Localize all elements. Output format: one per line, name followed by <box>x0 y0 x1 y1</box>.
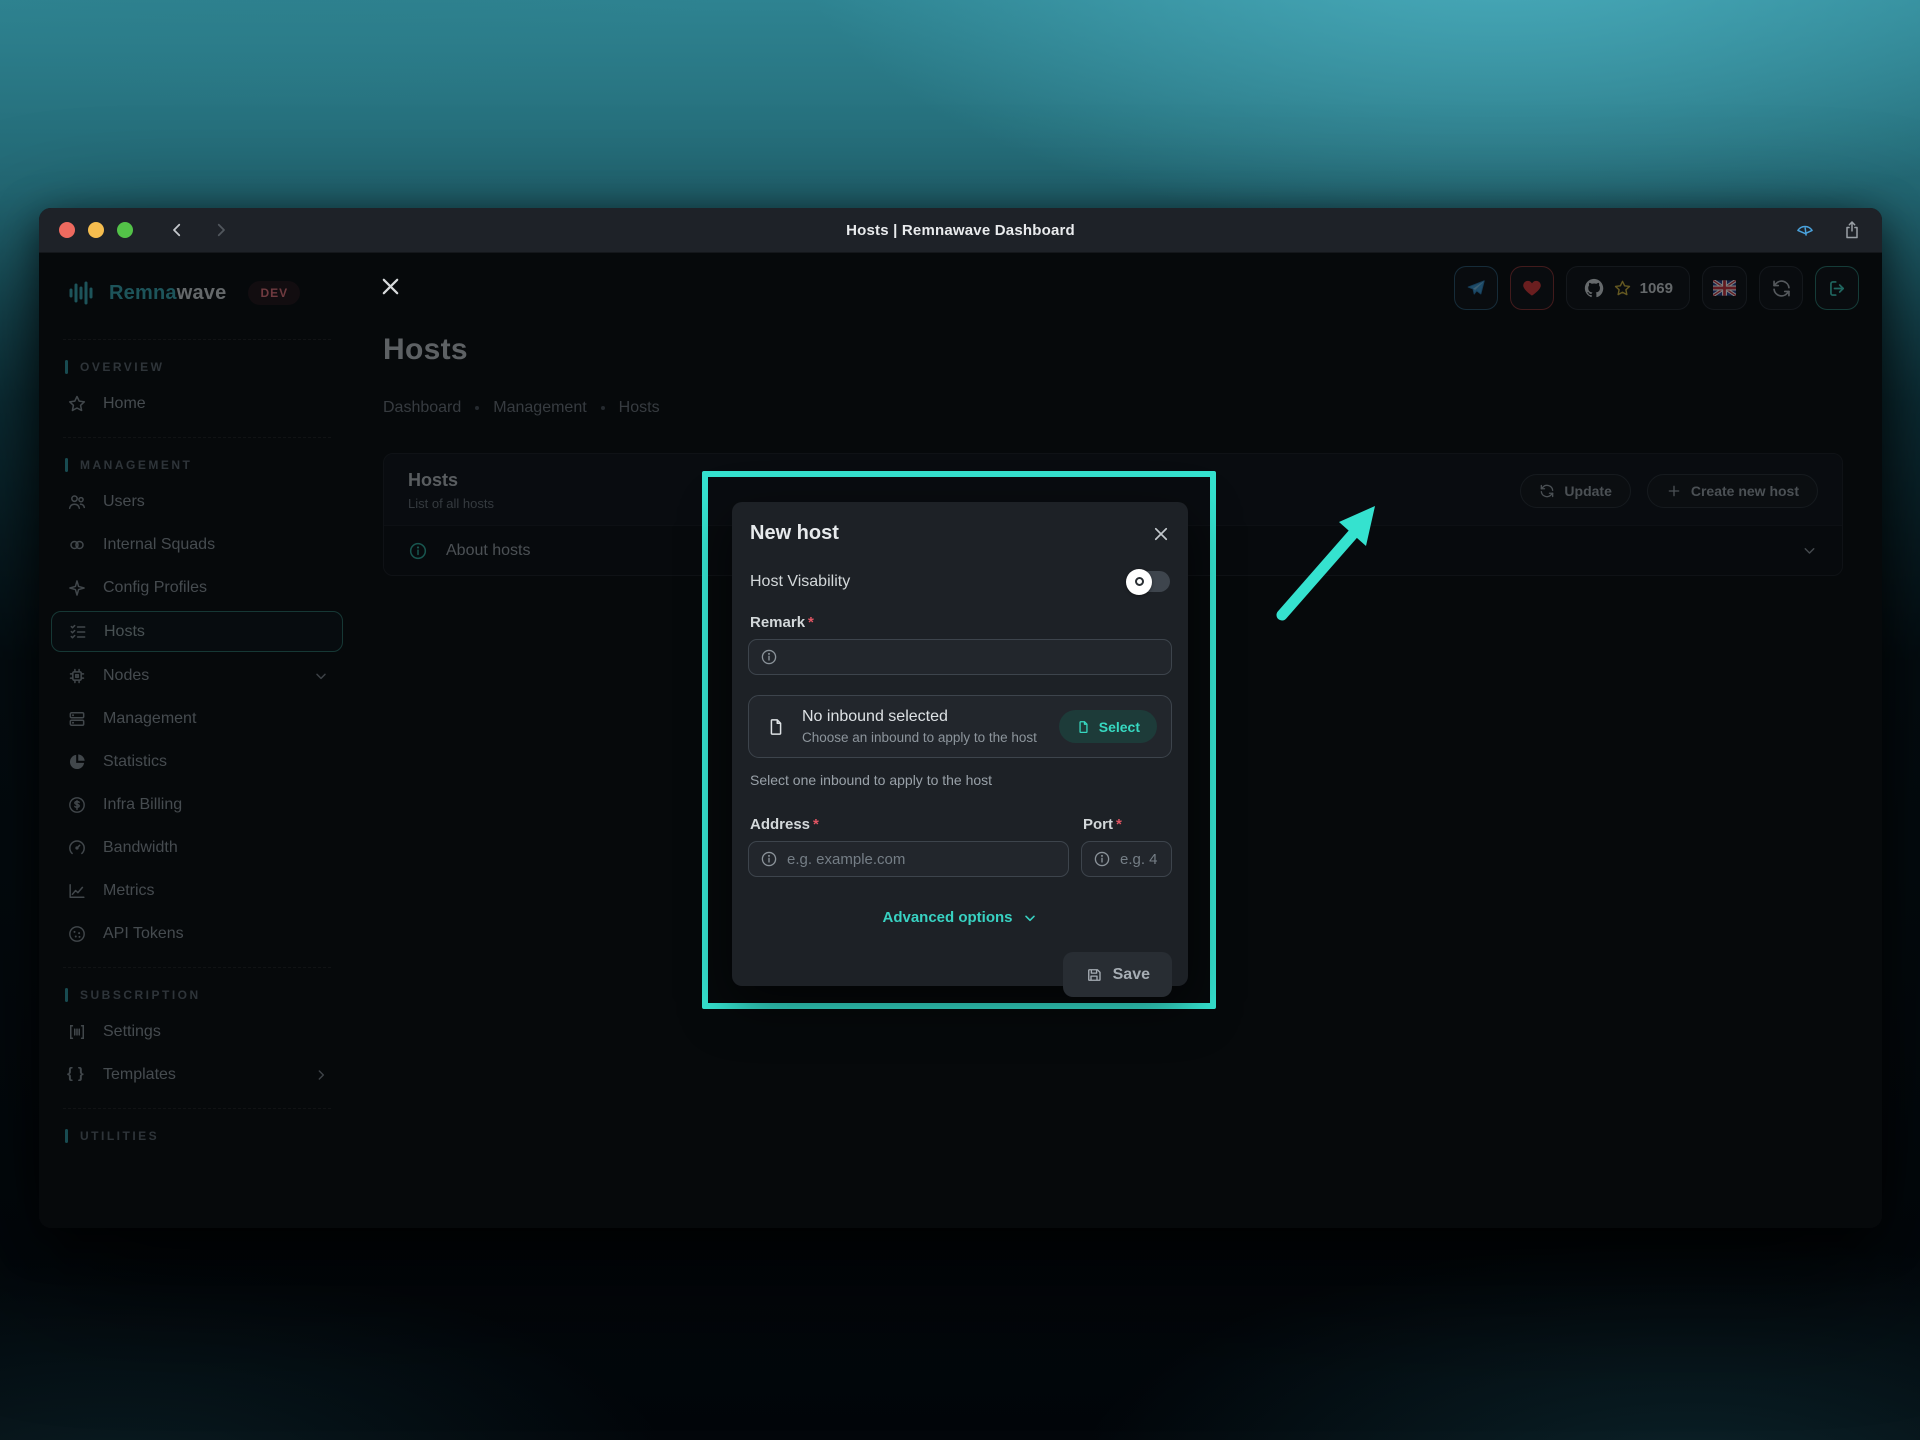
zoom-window-button[interactable] <box>117 222 133 238</box>
host-visibility-toggle[interactable] <box>1128 571 1170 592</box>
inbound-subtitle: Choose an inbound to apply to the host <box>802 730 1037 745</box>
info-icon <box>760 648 778 666</box>
address-field <box>748 841 1069 877</box>
overlay-close-icon[interactable] <box>379 275 402 298</box>
info-icon <box>1093 850 1111 868</box>
wiper-icon[interactable] <box>1794 220 1816 240</box>
required-asterisk: * <box>808 614 814 631</box>
modal-title: New host <box>750 522 839 545</box>
save-button[interactable]: Save <box>1063 952 1172 997</box>
chevron-down-icon <box>1022 910 1038 926</box>
window-title: Hosts | Remnawave Dashboard <box>39 222 1882 239</box>
nav-back-icon[interactable] <box>168 221 186 239</box>
info-icon <box>760 850 778 868</box>
new-host-modal: New host Host Visability Remark* No i <box>732 502 1188 986</box>
minimize-window-button[interactable] <box>88 222 104 238</box>
advanced-options-link[interactable]: Advanced options <box>748 909 1172 926</box>
modal-close-icon[interactable] <box>1152 525 1170 543</box>
share-icon[interactable] <box>1842 220 1862 240</box>
port-field <box>1081 841 1172 877</box>
inbound-helper-text: Select one inbound to apply to the host <box>750 772 1170 788</box>
inbound-box: No inbound selected Choose an inbound to… <box>748 695 1172 758</box>
file-icon <box>766 716 786 738</box>
required-asterisk: * <box>1116 816 1122 833</box>
required-asterisk: * <box>813 816 819 833</box>
remark-input[interactable] <box>787 649 1160 666</box>
inbound-title: No inbound selected <box>802 708 1037 726</box>
toggle-knob <box>1126 569 1152 595</box>
close-window-button[interactable] <box>59 222 75 238</box>
save-icon <box>1085 966 1103 984</box>
port-input[interactable] <box>1120 851 1160 868</box>
remark-label: Remark* <box>750 614 1170 631</box>
address-label: Address* <box>750 816 1067 833</box>
titlebar: Hosts | Remnawave Dashboard <box>39 208 1882 253</box>
file-icon <box>1076 719 1091 735</box>
host-visibility-label: Host Visability <box>750 573 850 591</box>
port-label: Port* <box>1083 816 1170 833</box>
address-input[interactable] <box>787 851 1057 868</box>
remark-field <box>748 639 1172 675</box>
select-inbound-button[interactable]: Select <box>1059 710 1157 743</box>
app-window: Hosts | Remnawave Dashboard Remnawave DE… <box>39 208 1882 1228</box>
nav-forward-icon[interactable] <box>212 221 230 239</box>
